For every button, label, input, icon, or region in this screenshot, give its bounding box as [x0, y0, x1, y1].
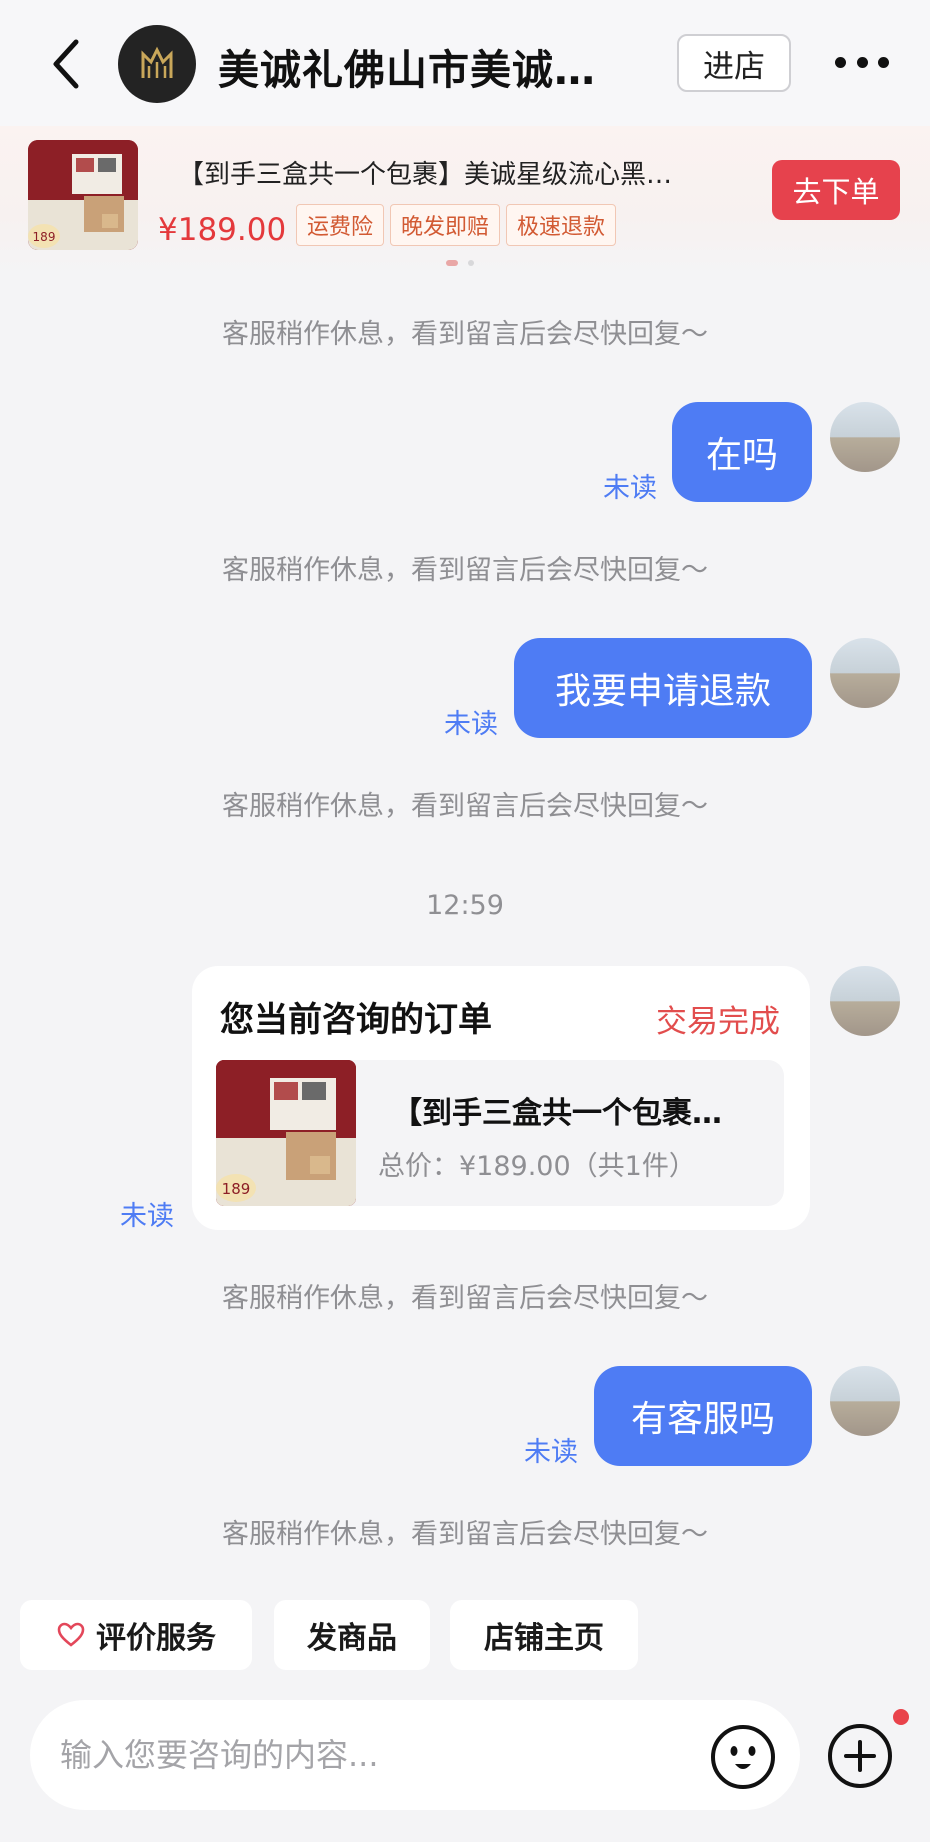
- shop-avatar[interactable]: [118, 25, 196, 103]
- unread-label: 未读: [120, 1201, 174, 1232]
- mooncake-box-image: 189: [28, 140, 138, 250]
- store-home-button[interactable]: 店铺主页: [450, 1600, 638, 1670]
- user-avatar[interactable]: [830, 402, 900, 472]
- order-card-title: 您当前咨询的订单: [220, 1000, 492, 1040]
- input-bar: [30, 1700, 800, 1810]
- shop-logo-icon: [141, 46, 173, 78]
- tag-freight-insurance: 运费险: [296, 204, 385, 246]
- emoji-icon[interactable]: [710, 1724, 776, 1790]
- place-order-button[interactable]: 去下单: [772, 160, 900, 220]
- order-status: 交易完成: [656, 1004, 780, 1040]
- mooncake-box-image: 189: [216, 1060, 356, 1206]
- rate-service-label: 评价服务: [96, 1621, 216, 1656]
- product-card[interactable]: 189 【到手三盒共一个包裹】美诚星级流心黑… ¥189.00 运费险 晚发即赔…: [0, 126, 930, 276]
- tag-fast-refund: 极速退款: [506, 204, 617, 246]
- product-price: ¥189.00: [158, 212, 287, 248]
- unread-label: 未读: [524, 1437, 578, 1468]
- product-title[interactable]: 【到手三盒共一个包裹】美诚星级流心黑…: [178, 154, 738, 191]
- message-bubble[interactable]: 有客服吗: [594, 1366, 812, 1466]
- service-tags: 运费险 晚发即赔 极速退款: [296, 204, 617, 246]
- timestamp: 12:59: [426, 890, 504, 921]
- order-card[interactable]: 您当前咨询的订单 交易完成 189 【到手三盒共一个包裹… 总价：¥189.00…: [192, 966, 810, 1230]
- system-notice: 客服稍作休息，看到留言后会尽快回复～: [222, 1283, 708, 1314]
- order-product-name: 【到手三盒共一个包裹…: [392, 1096, 722, 1131]
- more-menu-icon[interactable]: [835, 50, 889, 74]
- heart-hand-icon: [57, 1622, 85, 1647]
- order-item[interactable]: 189 【到手三盒共一个包裹… 总价：¥189.00（共1件）: [216, 1060, 784, 1206]
- notification-dot: [893, 1709, 909, 1725]
- system-notice: 客服稍作休息，看到留言后会尽快回复～: [222, 791, 708, 822]
- unread-label: 未读: [603, 473, 657, 504]
- product-thumbnail[interactable]: 189: [28, 140, 138, 250]
- user-avatar[interactable]: [830, 638, 900, 708]
- message-bubble[interactable]: 在吗: [672, 402, 812, 502]
- user-avatar[interactable]: [830, 966, 900, 1036]
- tag-late-compensation: 晚发即赔: [390, 204, 501, 246]
- unread-label: 未读: [444, 709, 498, 740]
- svg-text:189: 189: [33, 230, 56, 244]
- enter-store-button[interactable]: 进店: [677, 34, 791, 92]
- carousel-indicator: [446, 260, 474, 266]
- back-arrow-icon[interactable]: [46, 38, 86, 90]
- system-notice: 客服稍作休息，看到留言后会尽快回复～: [222, 1519, 708, 1550]
- message-bubble[interactable]: 我要申请退款: [514, 638, 812, 738]
- svg-text:189: 189: [222, 1180, 251, 1198]
- message-input[interactable]: [60, 1700, 700, 1810]
- top-bar: 美诚礼佛山市美诚… 进店: [0, 0, 930, 126]
- add-more-icon[interactable]: [826, 1722, 894, 1790]
- rate-service-button[interactable]: 评价服务: [20, 1600, 252, 1670]
- user-avatar[interactable]: [830, 1366, 900, 1436]
- shop-name[interactable]: 美诚礼佛山市美诚…: [218, 36, 596, 96]
- system-notice: 客服稍作休息，看到留言后会尽快回复～: [222, 319, 708, 350]
- order-product-thumbnail: 189: [216, 1060, 356, 1206]
- order-total: 总价：¥189.00（共1件）: [378, 1151, 696, 1182]
- send-product-button[interactable]: 发商品: [274, 1600, 430, 1670]
- system-notice: 客服稍作休息，看到留言后会尽快回复～: [222, 555, 708, 586]
